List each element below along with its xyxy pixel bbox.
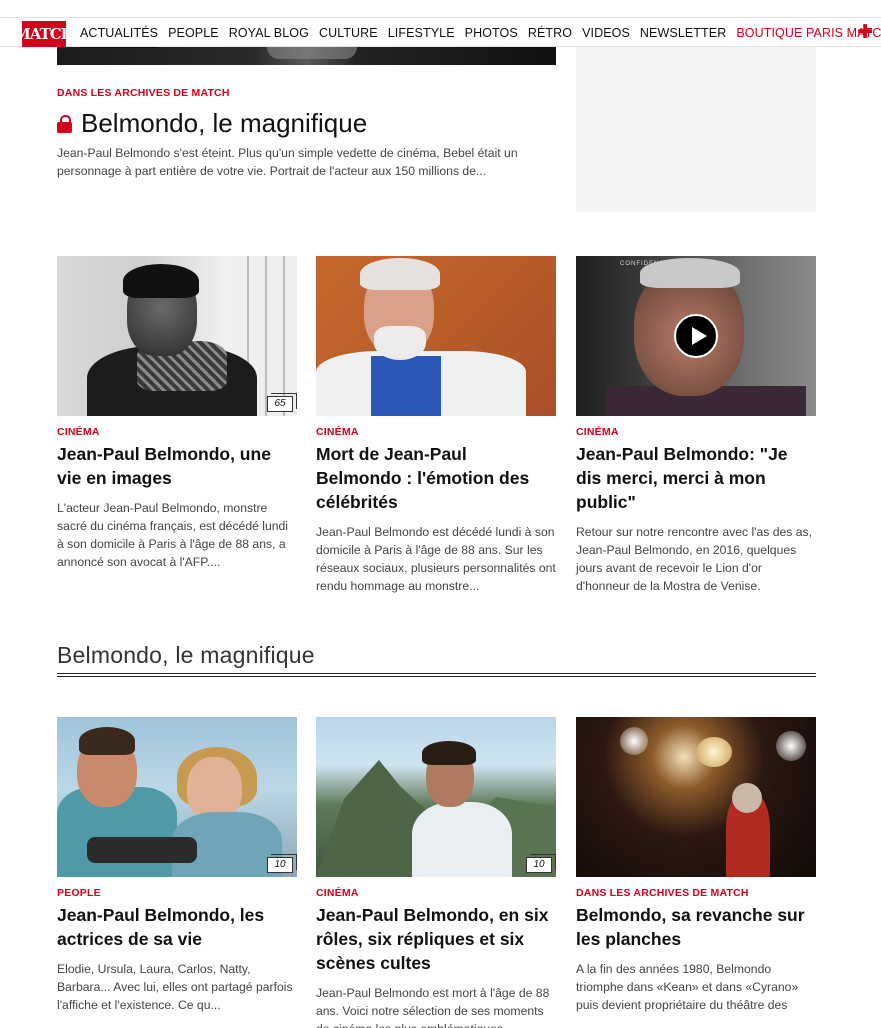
nav-item-videos[interactable]: VIDEOS	[582, 26, 630, 40]
article-card[interactable]: 10 CINÉMA Jean-Paul Belmondo, en six rôl…	[316, 717, 556, 1028]
article-image[interactable]: 10	[316, 717, 556, 877]
nav-item-actualites[interactable]: ACTUALITÉS	[80, 26, 159, 48]
article-image[interactable]	[576, 717, 816, 877]
article-card[interactable]: 65 CINÉMA Jean-Paul Belmondo, une vie en…	[57, 256, 297, 571]
article-card[interactable]: CINÉMA Mort de Jean-Paul Belmondo : l'ém…	[316, 256, 556, 595]
gallery-count-badge: 65	[267, 393, 297, 412]
nav-menu: ACTUALITÉS PEOPLE ROYAL BLOG CULTURE LIF…	[80, 18, 881, 48]
article-title[interactable]: Jean-Paul Belmondo: "Je dis merci, merci…	[576, 442, 816, 514]
article-kicker[interactable]: CINÉMA	[316, 887, 556, 899]
nav-item-culture[interactable]: CULTURE	[319, 26, 378, 40]
article-kicker[interactable]: CINÉMA	[57, 426, 297, 438]
nav-item-retro[interactable]: RÉTRO	[528, 26, 572, 40]
top-nav: MATCH ACTUALITÉS PEOPLE ROYAL BLOG CULTU…	[0, 17, 881, 48]
lock-icon	[57, 114, 72, 133]
article-title[interactable]: Jean-Paul Belmondo, les actrices de sa v…	[57, 903, 297, 951]
article-description: Elodie, Ursula, Laura, Carlos, Natty, Ba…	[57, 962, 293, 1012]
hero-description: Jean-Paul Belmondo s'est éteint. Plus qu…	[57, 146, 518, 178]
nav-item-newsletter[interactable]: NEWSLETTER	[640, 26, 726, 40]
hero-title-text[interactable]: Belmondo, le magnifique	[81, 108, 367, 139]
hero-title[interactable]: Belmondo, le magnifique	[57, 108, 367, 139]
article-kicker[interactable]: CINÉMA	[576, 426, 816, 438]
article-card[interactable]: 10 PEOPLE Jean-Paul Belmondo, les actric…	[57, 717, 297, 1014]
article-description: Jean-Paul Belmondo est décédé lundi à so…	[316, 525, 556, 593]
article-card[interactable]: CONFIDENCES CINÉMA Jean-Paul Belmondo: "…	[576, 256, 816, 595]
section-title: Belmondo, le magnifique	[57, 642, 315, 668]
article-title[interactable]: Jean-Paul Belmondo, une vie en images	[57, 442, 297, 490]
nav-item-royal-blog[interactable]: ROYAL BLOG	[229, 26, 309, 40]
plus-icon[interactable]: ✚	[857, 23, 873, 42]
article-description: A la fin des années 1980, Belmondo triom…	[576, 962, 799, 1012]
article-image[interactable]: 65	[57, 256, 297, 416]
article-kicker[interactable]: CINÉMA	[316, 426, 556, 438]
hero-image[interactable]	[57, 47, 556, 65]
section-divider	[57, 673, 816, 677]
article-title[interactable]: Jean-Paul Belmondo, en six rôles, six ré…	[316, 903, 556, 975]
paris-match-logo[interactable]: MATCH	[14, 21, 75, 47]
gallery-count-badge: 10	[526, 854, 556, 873]
article-image[interactable]: 10	[57, 717, 297, 877]
logo-text: MATCH	[14, 25, 75, 43]
ad-placeholder	[576, 47, 816, 212]
article-title[interactable]: Belmondo, sa revanche sur les planches	[576, 903, 816, 951]
article-kicker[interactable]: DANS LES ARCHIVES DE MATCH	[576, 887, 816, 899]
gallery-count-badge: 10	[267, 854, 297, 873]
article-title[interactable]: Mort de Jean-Paul Belmondo : l'émotion d…	[316, 442, 556, 514]
article-image[interactable]	[316, 256, 556, 416]
nav-item-lifestyle[interactable]: LIFESTYLE	[388, 26, 455, 40]
article-description: L'acteur Jean-Paul Belmondo, monstre sac…	[57, 501, 289, 569]
article-video-image[interactable]: CONFIDENCES	[576, 256, 816, 416]
hero-kicker[interactable]: DANS LES ARCHIVES DE MATCH	[57, 87, 230, 99]
article-description: Retour sur notre rencontre avec l'as des…	[576, 525, 813, 593]
nav-item-photos[interactable]: PHOTOS	[465, 26, 518, 40]
article-kicker[interactable]: PEOPLE	[57, 887, 297, 899]
nav-item-people[interactable]: PEOPLE	[168, 26, 219, 40]
article-description: Jean-Paul Belmondo est mort à l'âge de 8…	[316, 986, 550, 1028]
play-icon[interactable]	[674, 314, 718, 358]
article-card[interactable]: DANS LES ARCHIVES DE MATCH Belmondo, sa …	[576, 717, 816, 1014]
